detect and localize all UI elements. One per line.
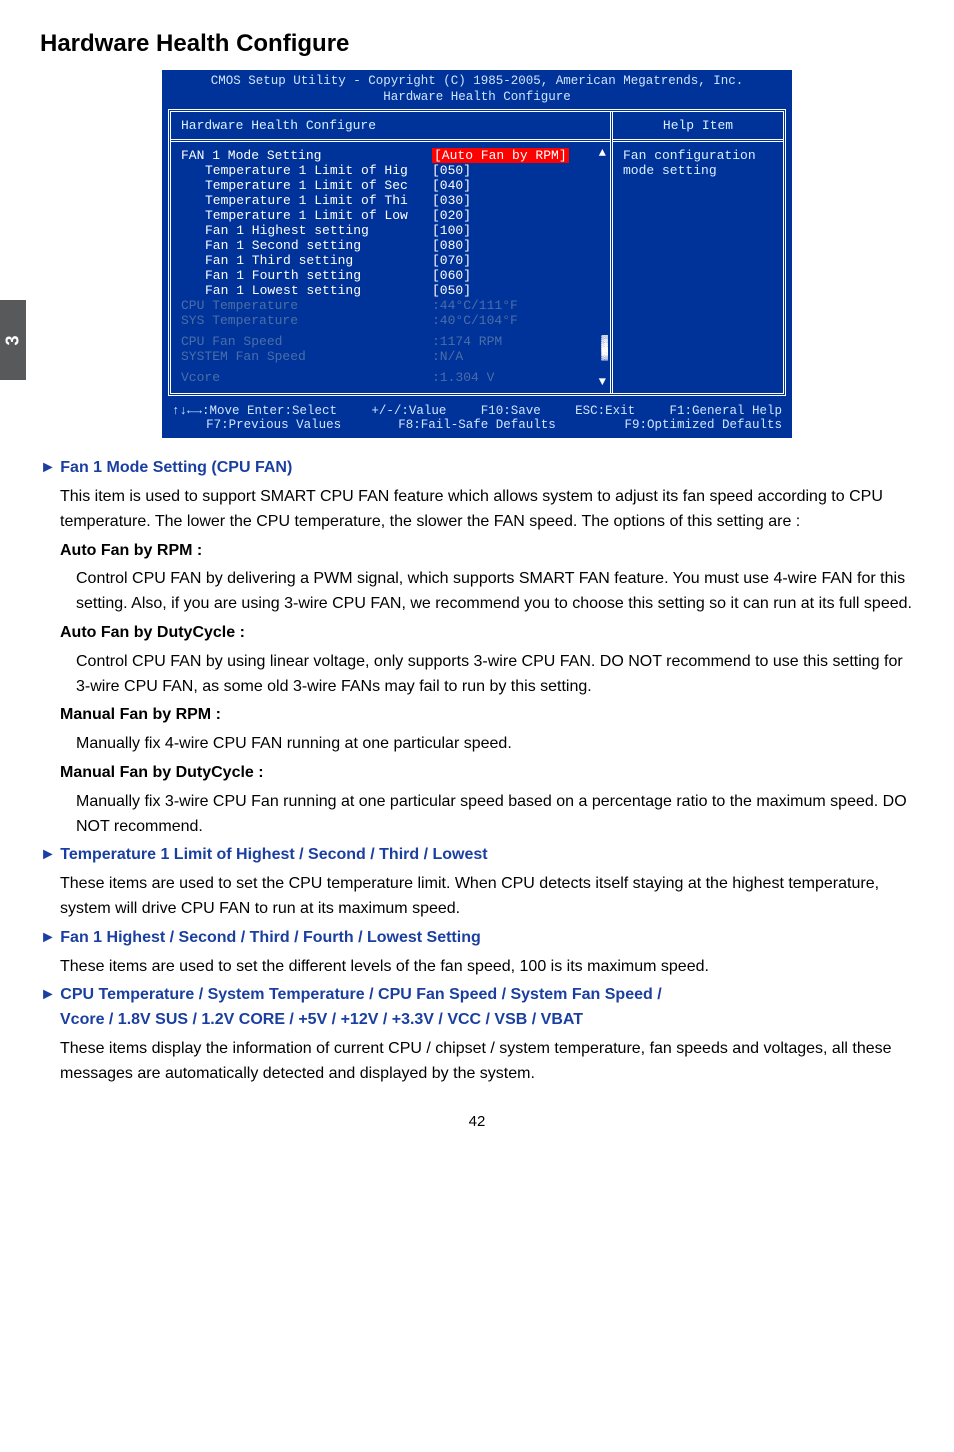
scroll-thumb-icon[interactable]: ▓▓▓▓ bbox=[601, 340, 606, 358]
bios-row-value[interactable]: [100] bbox=[432, 223, 602, 238]
bios-row-label[interactable]: Fan 1 Third setting bbox=[181, 253, 432, 268]
bios-row-label: SYS Temperature bbox=[181, 313, 432, 328]
bios-key-hint: F9:Optimized Defaults bbox=[579, 418, 782, 432]
bios-header-sub: Hardware Health Configure bbox=[168, 90, 786, 106]
bios-key-hint: ESC:Exit bbox=[575, 404, 635, 418]
section-paragraph: These items display the information of c… bbox=[40, 1037, 914, 1087]
section-heading: ► CPU Temperature / System Temperature /… bbox=[40, 983, 914, 1008]
bios-key-hint: F8:Fail-Safe Defaults bbox=[375, 418, 578, 432]
sub-heading: Manual Fan by DutyCycle : bbox=[40, 761, 914, 786]
bios-help-line: Fan configuration bbox=[623, 148, 773, 163]
bios-key-hint: F7:Previous Values bbox=[172, 418, 375, 432]
sub-heading: Manual Fan by RPM : bbox=[40, 703, 914, 728]
bios-key-hint: ↑↓←→:Move Enter:Select bbox=[172, 404, 337, 418]
section-heading: ► Fan 1 Mode Setting (CPU FAN) bbox=[40, 456, 914, 481]
bios-help-line: mode setting bbox=[623, 163, 773, 178]
sub-paragraph: Manually fix 3-wire CPU Fan running at o… bbox=[40, 790, 914, 840]
bios-screenshot: CMOS Setup Utility - Copyright (C) 1985-… bbox=[162, 70, 792, 438]
bios-row-value: :44°C/111°F bbox=[432, 298, 602, 313]
section-heading-line2: Vcore / 1.8V SUS / 1.2V CORE / +5V / +12… bbox=[40, 1008, 914, 1033]
bios-row-value[interactable]: [Auto Fan by RPM] bbox=[432, 148, 569, 163]
bios-row-value: :N/A bbox=[432, 349, 602, 364]
bios-row-label[interactable]: Temperature 1 Limit of Sec bbox=[181, 178, 432, 193]
page-number: 42 bbox=[40, 1113, 914, 1130]
bios-help-title: Help Item bbox=[613, 112, 783, 142]
bios-key-hint: F1:General Help bbox=[669, 404, 782, 418]
bios-row-label[interactable]: Fan 1 Second setting bbox=[181, 238, 432, 253]
bios-row-label: Vcore bbox=[181, 370, 432, 385]
sub-heading: Auto Fan by DutyCycle : bbox=[40, 621, 914, 646]
bios-row-label: CPU Fan Speed bbox=[181, 334, 432, 349]
description-body: ► Fan 1 Mode Setting (CPU FAN) This item… bbox=[40, 456, 914, 1086]
scroll-down-icon[interactable]: ▼ bbox=[599, 375, 606, 389]
section-heading: ► Fan 1 Highest / Second / Third / Fourt… bbox=[40, 926, 914, 951]
bios-key-hint: +/-/:Value bbox=[371, 404, 446, 418]
sub-heading: Auto Fan by RPM : bbox=[40, 539, 914, 564]
scroll-up-icon[interactable]: ▲ bbox=[599, 146, 606, 160]
bios-row-label[interactable]: FAN 1 Mode Setting bbox=[181, 148, 432, 163]
bios-left-title: Hardware Health Configure bbox=[171, 112, 610, 142]
section-heading: ► Temperature 1 Limit of Highest / Secon… bbox=[40, 843, 914, 868]
bios-row-value: :1174 RPM bbox=[432, 334, 602, 349]
bios-row-value[interactable]: [070] bbox=[432, 253, 602, 268]
section-paragraph: These items are used to set the CPU temp… bbox=[40, 872, 914, 922]
bios-row-value[interactable]: [050] bbox=[432, 283, 602, 298]
bios-row-value[interactable]: [080] bbox=[432, 238, 602, 253]
section-paragraph: These items are used to set the differen… bbox=[40, 955, 914, 980]
bios-footer: ↑↓←→:Move Enter:Select +/-/:Value F10:Sa… bbox=[162, 400, 792, 438]
bios-row-value[interactable]: [050] bbox=[432, 163, 602, 178]
bios-row-value: :40°C/104°F bbox=[432, 313, 602, 328]
chapter-number: 3 bbox=[2, 335, 23, 345]
bios-row-label[interactable]: Fan 1 Lowest setting bbox=[181, 283, 432, 298]
bios-row-label[interactable]: Temperature 1 Limit of Low bbox=[181, 208, 432, 223]
bios-row-label[interactable]: Fan 1 Fourth setting bbox=[181, 268, 432, 283]
bios-row-value[interactable]: [020] bbox=[432, 208, 602, 223]
bios-row-label: SYSTEM Fan Speed bbox=[181, 349, 432, 364]
bios-row-label[interactable]: Temperature 1 Limit of Thi bbox=[181, 193, 432, 208]
page-title: Hardware Health Configure bbox=[40, 30, 914, 58]
sub-paragraph: Control CPU FAN by using linear voltage,… bbox=[40, 650, 914, 700]
bios-row-value[interactable]: [030] bbox=[432, 193, 602, 208]
sub-paragraph: Control CPU FAN by delivering a PWM sign… bbox=[40, 567, 914, 617]
bios-row-label: CPU Temperature bbox=[181, 298, 432, 313]
bios-row-value[interactable]: [040] bbox=[432, 178, 602, 193]
bios-row-label[interactable]: Fan 1 Highest setting bbox=[181, 223, 432, 238]
bios-header-top: CMOS Setup Utility - Copyright (C) 1985-… bbox=[168, 74, 786, 90]
bios-row-value: :1.304 V bbox=[432, 370, 602, 385]
section-paragraph: This item is used to support SMART CPU F… bbox=[40, 485, 914, 535]
chapter-tab: 3 bbox=[0, 300, 26, 380]
bios-key-hint: F10:Save bbox=[481, 404, 541, 418]
sub-paragraph: Manually fix 4-wire CPU FAN running at o… bbox=[40, 732, 914, 757]
bios-row-label[interactable]: Temperature 1 Limit of Hig bbox=[181, 163, 432, 178]
bios-row-value[interactable]: [060] bbox=[432, 268, 602, 283]
